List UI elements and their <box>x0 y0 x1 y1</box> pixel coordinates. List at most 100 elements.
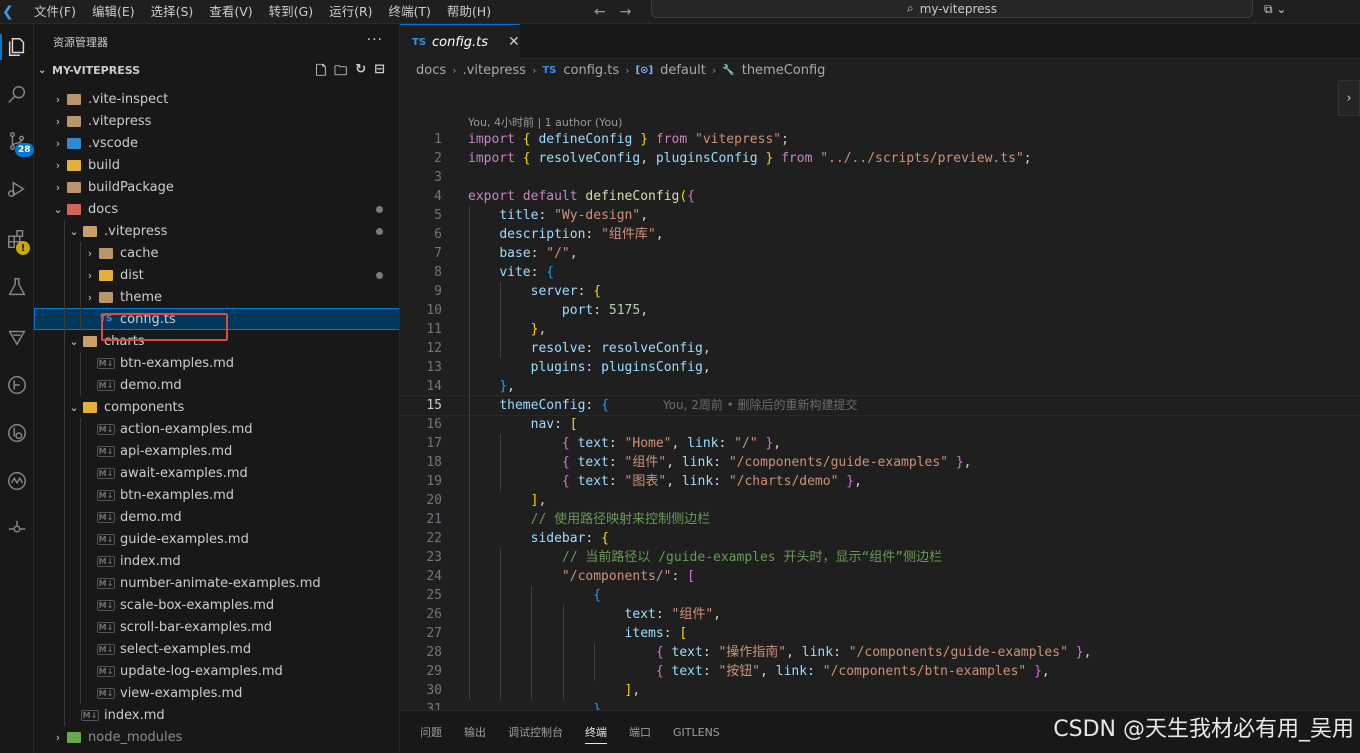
tree-folder[interactable]: ⌄ components <box>34 396 399 418</box>
breadcrumb-item[interactable]: .vitepress <box>463 63 526 78</box>
chevron-down-icon: ⌄ <box>53 202 63 216</box>
tree-folder[interactable]: › build <box>34 154 399 176</box>
tree-file[interactable]: M↓ api-examples.md <box>34 440 399 462</box>
codelens-author[interactable]: You, 4小时前 | 1 author (You) <box>468 114 622 130</box>
tree-folder[interactable]: › .vite-inspect <box>34 88 399 110</box>
tree-folder[interactable]: › dist <box>34 264 399 286</box>
new-file-icon[interactable]: 🗋 <box>316 62 326 84</box>
indent-guide <box>80 682 81 704</box>
code-line: 4 export default defineConfig({ <box>400 187 1360 206</box>
tree-file[interactable]: M↓ demo.md <box>34 374 399 396</box>
breadcrumb-item[interactable]: config.ts <box>563 63 619 78</box>
tree-file[interactable]: M↓ number-animate-examples.md <box>34 572 399 594</box>
panel-tab[interactable]: GITLENS <box>673 711 720 753</box>
code-editor[interactable]: You, 4小时前 | 1 author (You) 1 import { def… <box>400 81 1360 726</box>
folder-shape <box>83 225 97 237</box>
tab-config-ts[interactable]: TS config.ts ✕ <box>400 24 520 59</box>
folder-shape <box>67 115 81 127</box>
explorer-icon[interactable] <box>0 30 34 64</box>
tree-folder[interactable]: › theme <box>34 286 399 308</box>
tree-folder[interactable]: › buildPackage <box>34 176 399 198</box>
menu-item[interactable]: 终端(T) <box>381 0 439 24</box>
gitlens-icon[interactable] <box>0 416 34 450</box>
menu-bar: 文件(F) 编辑(E) 选择(S) 查看(V) 转到(G) 运行(R) 终端(T) 帮助(H) <box>26 0 499 24</box>
close-icon[interactable]: ✕ <box>508 34 520 50</box>
new-folder-icon[interactable]: 🗀 <box>334 62 347 84</box>
panel-tab[interactable]: 终端 <box>585 711 607 753</box>
tree-folder[interactable]: ⌄ charts <box>34 330 399 352</box>
forward-arrow-icon[interactable]: → <box>620 4 632 20</box>
tree-folder[interactable]: ⌄ docs <box>34 198 399 220</box>
tree-folder[interactable]: › .vscode <box>34 132 399 154</box>
tree-file[interactable]: M↓ index.md <box>34 550 399 572</box>
copilot-icon[interactable]: ⧉ ⌄ <box>1264 0 1286 18</box>
tree-item-label: btn-examples.md <box>120 487 235 503</box>
tree-file[interactable]: M↓ demo.md <box>34 506 399 528</box>
tree-item-label: index.md <box>104 707 165 723</box>
menu-item[interactable]: 编辑(E) <box>84 0 143 24</box>
tree-file[interactable]: M↓ scale-box-examples.md <box>34 594 399 616</box>
panel-tab[interactable]: 输出 <box>464 711 486 753</box>
chevron-right-icon[interactable]: › <box>1338 80 1360 116</box>
line-number: 6 <box>434 227 442 242</box>
menu-item[interactable]: 选择(S) <box>143 0 202 24</box>
timeline-icon[interactable] <box>0 512 34 546</box>
breadcrumb-item[interactable]: docs <box>416 63 446 78</box>
folder-icon <box>66 158 82 172</box>
tree-file[interactable]: M↓ select-examples.md <box>34 638 399 660</box>
tree-folder[interactable]: › node_modules <box>34 726 399 748</box>
breadcrumb-item[interactable]: themeConfig <box>742 63 826 78</box>
tree-file[interactable]: M↓ btn-examples.md <box>34 484 399 506</box>
code-line: 3 <box>400 168 1360 187</box>
tree-folder[interactable]: ›packages <box>34 748 399 753</box>
search-icon[interactable] <box>0 78 34 112</box>
tree-file[interactable]: M↓ await-examples.md <box>34 462 399 484</box>
panel-tab[interactable]: 端口 <box>629 711 651 753</box>
folder-icon <box>66 92 82 106</box>
menu-item[interactable]: 帮助(H) <box>439 0 499 24</box>
code-line: 7 base: "/", <box>400 244 1360 263</box>
aw-extension-icon[interactable] <box>0 464 34 498</box>
tree-file[interactable]: TS config.ts <box>34 308 399 330</box>
tree-file[interactable]: M↓ btn-examples.md <box>34 352 399 374</box>
tree-file[interactable]: M↓ update-log-examples.md <box>34 660 399 682</box>
line-number: 9 <box>434 284 442 299</box>
tree-file[interactable]: M↓ scroll-bar-examples.md <box>34 616 399 638</box>
menu-item[interactable]: 转到(G) <box>261 0 321 24</box>
panel-tab[interactable]: 调试控制台 <box>508 711 563 753</box>
run-debug-icon[interactable] <box>0 172 34 206</box>
warning-icon: ! <box>16 241 30 255</box>
tree-item-label: scroll-bar-examples.md <box>120 619 273 635</box>
workspace-section-header[interactable]: ⌄ MY-VITEPRESS 🗋 🗀 ↻ ⊟ <box>34 60 399 80</box>
tree-file[interactable]: M↓ view-examples.md <box>34 682 399 704</box>
code-line: 8 vite: { <box>400 263 1360 282</box>
breadcrumb-item[interactable]: default <box>660 63 706 78</box>
tree-folder[interactable]: › cache <box>34 242 399 264</box>
menu-item[interactable]: 文件(F) <box>26 0 84 24</box>
tree-file[interactable]: M↓ index.md <box>34 704 399 726</box>
tree-file[interactable]: M↓ guide-examples.md <box>34 528 399 550</box>
back-arrow-icon[interactable]: ← <box>594 4 606 20</box>
tree-item-label: dist <box>120 267 144 283</box>
panel-tab[interactable]: 问题 <box>420 711 442 753</box>
menu-item[interactable]: 运行(R) <box>321 0 380 24</box>
refresh-icon[interactable]: ↻ <box>355 62 366 84</box>
collapse-all-icon[interactable]: ⊟ <box>374 62 385 84</box>
menu-item[interactable]: 查看(V) <box>201 0 260 24</box>
line-number: 24 <box>426 569 442 584</box>
tree-file[interactable]: M↓ action-examples.md <box>34 418 399 440</box>
line-number: 19 <box>426 474 442 489</box>
indent-guide <box>64 660 65 682</box>
tree-folder[interactable]: ⌄ .vitepress <box>34 220 399 242</box>
code-line: 26 text: "组件", <box>400 605 1360 624</box>
more-actions-icon[interactable]: ··· <box>367 32 383 48</box>
command-center[interactable]: ⌕ my-vitepress <box>651 0 1253 18</box>
testing-icon[interactable] <box>0 270 34 304</box>
tree-folder[interactable]: › .vitepress <box>34 110 399 132</box>
remote-explorer-icon[interactable] <box>0 320 34 354</box>
source-control-icon[interactable]: 28 <box>0 124 34 158</box>
code-text: { text: "组件", link: "/components/guide-e… <box>561 455 972 470</box>
git-graph-icon[interactable] <box>0 368 34 402</box>
extensions-icon[interactable]: ! <box>0 222 34 256</box>
workspace-name: MY-VITEPRESS <box>52 63 141 77</box>
